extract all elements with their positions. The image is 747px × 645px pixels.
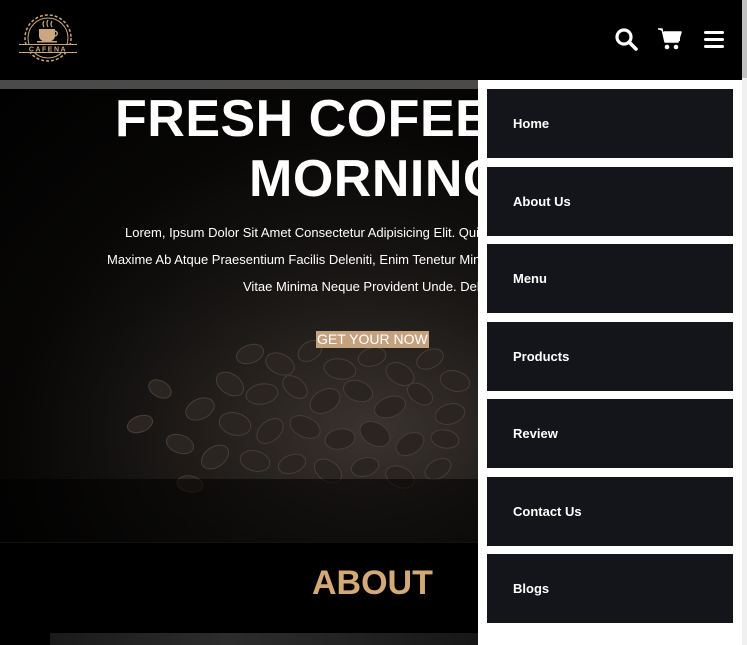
- nav-item-blogs[interactable]: Blogs: [487, 554, 733, 623]
- hero-title-line2: MORNING: [249, 150, 504, 208]
- cafena-logo[interactable]: CAFENA: [15, 11, 81, 65]
- scrollbar-track[interactable]: [742, 0, 747, 645]
- nav-item-contact-us[interactable]: Contact Us: [487, 477, 733, 546]
- nav-item-review[interactable]: Review: [487, 399, 733, 468]
- page: CAFENA FRESH COFEE IN MORNING Lorem, Ips…: [0, 0, 747, 645]
- header: CAFENA: [0, 0, 747, 80]
- hero-description-line3: Vitae Minima Neque Provident Unde. Debit…: [243, 279, 501, 294]
- hero-description-line2: Maxime Ab Atque Praesentium Facilis Dele…: [107, 252, 495, 267]
- logo-text: CAFENA: [29, 47, 67, 54]
- nav-item-about-us[interactable]: About Us: [487, 167, 733, 236]
- scrollbar-thumb[interactable]: [742, 0, 747, 78]
- nav-menu-panel: Home About Us Menu Products Review Conta…: [478, 80, 742, 645]
- hero-description-line1: Lorem, Ipsum Dolor Sit Amet Consectetur …: [125, 225, 487, 240]
- about-title: ABOUT: [312, 564, 433, 602]
- nav-item-home[interactable]: Home: [487, 89, 733, 158]
- get-your-now-button[interactable]: GET YOUR NOW: [316, 331, 429, 348]
- cart-icon[interactable]: [657, 26, 683, 52]
- menu-icon[interactable]: [701, 26, 727, 52]
- nav-item-products[interactable]: Products: [487, 322, 733, 391]
- header-icons: [613, 26, 727, 52]
- search-icon[interactable]: [613, 26, 639, 52]
- nav-item-menu[interactable]: Menu: [487, 244, 733, 313]
- about-image: [50, 633, 490, 645]
